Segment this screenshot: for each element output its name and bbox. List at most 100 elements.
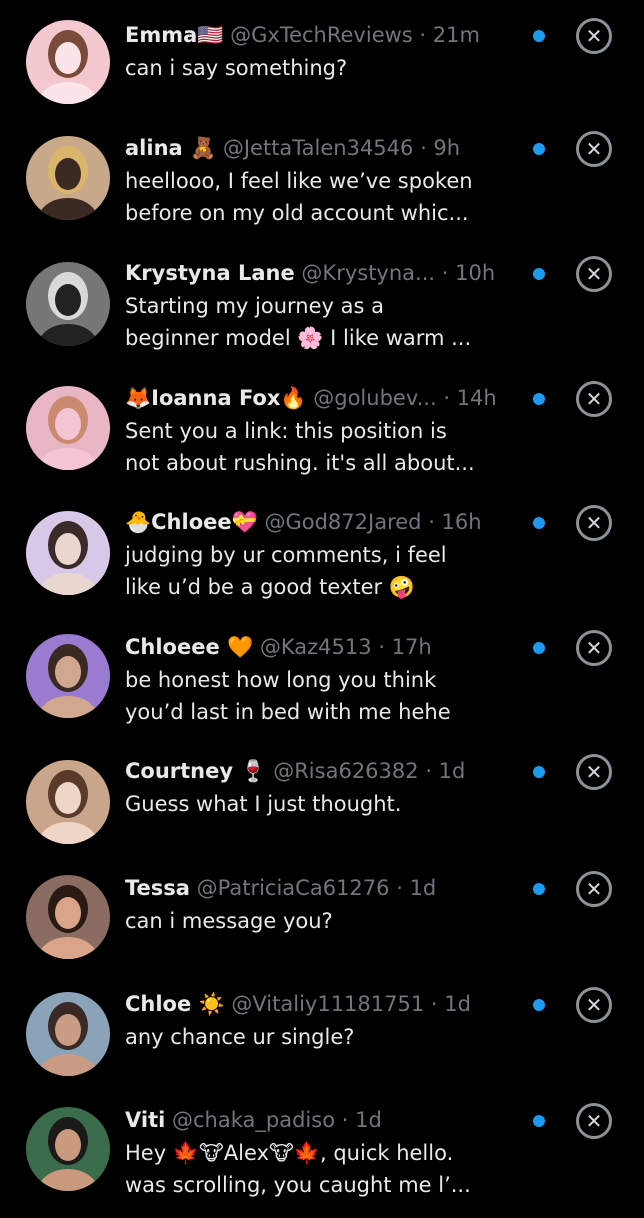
message-request-row[interactable]: Tessa @PatriciaCa61276 · 1d can i message… xyxy=(0,871,644,986)
message-preview-line: can i message you? xyxy=(125,909,333,933)
sender-handle: @Vitaliy11181751 xyxy=(231,992,425,1016)
message-request-row[interactable]: Emma🇺🇸 @GxTechReviews · 21m can i say som… xyxy=(0,18,644,133)
request-header: Emma🇺🇸 @GxTechReviews · 21m xyxy=(125,20,525,51)
message-preview: Sent you a link: this position is not abo… xyxy=(125,415,525,479)
message-request-row[interactable]: Chloeee 🧡 @Kaz4513 · 17h be honest how lo… xyxy=(0,630,644,745)
avatar[interactable] xyxy=(26,511,110,595)
timestamp: · 1d xyxy=(341,1108,382,1132)
message-preview: Starting my journey as a beginner model 🌸… xyxy=(125,290,525,354)
request-text: 🐣Chloee💝 @God872Jared · 16h judging by ur… xyxy=(125,507,525,603)
timestamp: · 21m xyxy=(419,23,480,47)
request-header: alina 🧸 @JettaTalen34546 · 9h xyxy=(125,133,525,164)
sender-handle: @chaka_padiso xyxy=(172,1108,336,1132)
sender-handle: @Krystyna... xyxy=(301,261,436,285)
message-preview: Hey 🍁🐮Alex🐮🍁, quick hello. was scrolling,… xyxy=(125,1137,525,1201)
request-header: Tessa @PatriciaCa61276 · 1d xyxy=(125,873,525,904)
sender-name[interactable]: Emma🇺🇸 xyxy=(125,23,223,47)
message-preview: heellooo, I feel like we’ve spoken before… xyxy=(125,165,525,229)
message-preview-line: can i say something? xyxy=(125,56,348,80)
sender-name[interactable]: alina 🧸 xyxy=(125,136,216,160)
request-text: Chloeee 🧡 @Kaz4513 · 17h be honest how lo… xyxy=(125,632,525,728)
request-text: alina 🧸 @JettaTalen34546 · 9h heellooo, I… xyxy=(125,133,525,229)
request-text: Chloe ☀️ @Vitaliy11181751 · 1d any chance… xyxy=(125,989,525,1053)
avatar[interactable] xyxy=(26,875,110,959)
sender-name[interactable]: 🐣Chloee💝 xyxy=(125,510,258,534)
message-request-row[interactable]: Chloe ☀️ @Vitaliy11181751 · 1d any chance… xyxy=(0,987,644,1102)
message-request-row[interactable]: Viti @chaka_padiso · 1d Hey 🍁🐮Alex🐮🍁, qui… xyxy=(0,1103,644,1218)
unread-dot-icon xyxy=(533,30,545,42)
avatar[interactable] xyxy=(26,136,110,220)
sender-name[interactable]: Viti xyxy=(125,1108,165,1132)
message-request-row[interactable]: Courtney 🍷 @Risa626382 · 1d Guess what I … xyxy=(0,754,644,869)
message-preview-line: before on my old account whic... xyxy=(125,201,469,225)
message-preview: judging by ur comments, i feel like u’d b… xyxy=(125,539,525,603)
sender-name[interactable]: Krystyna Lane xyxy=(125,261,295,285)
message-preview-line: not about rushing. it's all about... xyxy=(125,451,475,475)
message-preview-line: you’d last in bed with me hehe xyxy=(125,700,451,724)
unread-dot-icon xyxy=(533,999,545,1011)
message-preview-line: was scrolling, you caught me l’... xyxy=(125,1173,471,1197)
request-header: Krystyna Lane @Krystyna... · 10h xyxy=(125,258,525,289)
request-text: Tessa @PatriciaCa61276 · 1d can i message… xyxy=(125,873,525,937)
avatar[interactable] xyxy=(26,386,110,470)
timestamp: · 1d xyxy=(430,992,471,1016)
close-icon[interactable]: ✕ xyxy=(576,505,612,541)
close-icon[interactable]: ✕ xyxy=(576,1103,612,1139)
sender-handle: @PatriciaCa61276 xyxy=(196,876,390,900)
message-preview-line: Guess what I just thought. xyxy=(125,792,402,816)
timestamp: · 14h xyxy=(443,386,497,410)
request-header: 🐣Chloee💝 @God872Jared · 16h xyxy=(125,507,525,538)
close-icon[interactable]: ✕ xyxy=(576,630,612,666)
timestamp: · 16h xyxy=(428,510,482,534)
message-preview-line: Hey 🍁🐮Alex🐮🍁, quick hello. xyxy=(125,1141,454,1165)
message-preview: any chance ur single? xyxy=(125,1021,525,1053)
sender-name[interactable]: 🦊Ioanna Fox🔥 xyxy=(125,386,307,410)
message-preview: Guess what I just thought. xyxy=(125,788,525,820)
sender-name[interactable]: Tessa xyxy=(125,876,190,900)
avatar[interactable] xyxy=(26,760,110,844)
request-text: Viti @chaka_padiso · 1d Hey 🍁🐮Alex🐮🍁, qui… xyxy=(125,1105,525,1201)
request-header: Viti @chaka_padiso · 1d xyxy=(125,1105,525,1136)
close-icon[interactable]: ✕ xyxy=(576,871,612,907)
message-preview-line: Sent you a link: this position is xyxy=(125,419,447,443)
message-preview-line: beginner model 🌸 I like warm ... xyxy=(125,326,472,350)
avatar[interactable] xyxy=(26,20,110,104)
message-preview-line: like u’d be a good texter 🤪 xyxy=(125,575,415,599)
sender-handle: @Kaz4513 xyxy=(259,635,372,659)
sender-name[interactable]: Courtney 🍷 xyxy=(125,759,267,783)
timestamp: · 10h xyxy=(441,261,496,285)
sender-name[interactable]: Chloe ☀️ xyxy=(125,992,225,1016)
request-text: Emma🇺🇸 @GxTechReviews · 21m can i say som… xyxy=(125,20,525,84)
sender-handle: @JettaTalen34546 xyxy=(222,136,414,160)
avatar[interactable] xyxy=(26,992,110,1076)
timestamp: · 1d xyxy=(396,876,437,900)
message-preview-line: heellooo, I feel like we’ve spoken xyxy=(125,169,473,193)
close-icon[interactable]: ✕ xyxy=(576,754,612,790)
request-text: 🦊Ioanna Fox🔥 @golubev... · 14h Sent you a… xyxy=(125,383,525,479)
unread-dot-icon xyxy=(533,393,545,405)
message-preview-line: any chance ur single? xyxy=(125,1025,355,1049)
request-header: Chloe ☀️ @Vitaliy11181751 · 1d xyxy=(125,989,525,1020)
request-header: Courtney 🍷 @Risa626382 · 1d xyxy=(125,756,525,787)
sender-handle: @golubev... xyxy=(313,386,437,410)
message-request-row[interactable]: 🦊Ioanna Fox🔥 @golubev... · 14h Sent you a… xyxy=(0,381,644,496)
request-text: Krystyna Lane @Krystyna... · 10h Starting… xyxy=(125,258,525,354)
close-icon[interactable]: ✕ xyxy=(576,131,612,167)
message-preview-line: be honest how long you think xyxy=(125,668,437,692)
unread-dot-icon xyxy=(533,766,545,778)
close-icon[interactable]: ✕ xyxy=(576,381,612,417)
sender-name[interactable]: Chloeee 🧡 xyxy=(125,635,253,659)
message-request-row[interactable]: alina 🧸 @JettaTalen34546 · 9h heellooo, I… xyxy=(0,131,644,246)
unread-dot-icon xyxy=(533,143,545,155)
message-request-row[interactable]: Krystyna Lane @Krystyna... · 10h Starting… xyxy=(0,256,644,371)
avatar[interactable] xyxy=(26,1107,110,1191)
avatar[interactable] xyxy=(26,634,110,718)
close-icon[interactable]: ✕ xyxy=(576,256,612,292)
unread-dot-icon xyxy=(533,883,545,895)
close-icon[interactable]: ✕ xyxy=(576,987,612,1023)
unread-dot-icon xyxy=(533,1115,545,1127)
request-header: 🦊Ioanna Fox🔥 @golubev... · 14h xyxy=(125,383,525,414)
avatar[interactable] xyxy=(26,262,110,346)
close-icon[interactable]: ✕ xyxy=(576,18,612,54)
message-request-row[interactable]: 🐣Chloee💝 @God872Jared · 16h judging by ur… xyxy=(0,505,644,620)
